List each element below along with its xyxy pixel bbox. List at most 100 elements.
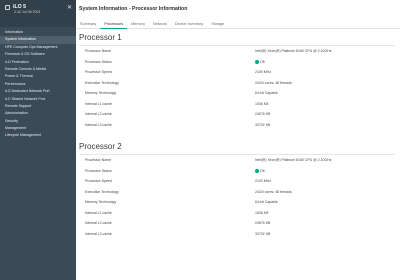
detail-label: Processor Name (85, 158, 112, 162)
tab-processors[interactable]: Processors (100, 20, 128, 29)
status-ok-icon (255, 59, 259, 64)
tab-summary[interactable]: Summary (76, 20, 100, 29)
detail-value-cell: Intel(R) Xeon(R) Platinum 8160 CPU @ 2.1… (255, 155, 332, 166)
detail-value-cell: OK (255, 166, 265, 177)
detail-value-cell: 1536 KB (255, 208, 268, 219)
detail-value: 33792 KB (255, 122, 271, 127)
sidebar-item-ilo-shared-network-port[interactable]: iLO Shared Network Port (0, 96, 76, 103)
detail-value: 2100 MHz (255, 70, 271, 74)
detail-row: Processor Speed 2100 MHz (79, 67, 395, 78)
sidebar-item-performance[interactable]: Performance (0, 81, 76, 88)
detail-label: Internal L1 cache (85, 101, 112, 106)
detail-value-cell: OK (255, 57, 265, 68)
detail-row: Execution Technology 24/24 cores; 48 thre… (79, 187, 395, 198)
detail-row: Memory Technology 64-bit Capable (79, 88, 395, 99)
detail-label: Internal L3 cache (85, 231, 112, 236)
tab-device-inventory[interactable]: Device Inventory (171, 20, 207, 29)
detail-value: 64-bit Capable (255, 91, 278, 95)
detail-value: OK (260, 59, 266, 64)
sidebar-item-ilo-dedicated-network-port[interactable]: iLO Dedicated Network Port (0, 88, 76, 95)
ilo-logo-icon (5, 4, 10, 10)
detail-label: Execution Technology (85, 189, 119, 194)
detail-label: Memory Technology (85, 200, 117, 204)
sidebar-item-security[interactable]: Security (0, 118, 76, 125)
detail-row: Processor Speed 2100 MHz (79, 176, 395, 187)
detail-value-cell: 24/24 cores; 48 threads (255, 78, 292, 89)
sidebar-item-system-information[interactable]: System Information (0, 36, 76, 44)
brand-header: iLO 5 2.42 Jul 06 2021 ✕ (0, 0, 76, 27)
detail-label: Processor Speed (85, 70, 112, 74)
main-content: System Information - Processor Informati… (76, 0, 400, 280)
detail-row: Processor Status OK (79, 166, 395, 177)
detail-value: 24/24 cores; 48 threads (255, 80, 292, 85)
detail-row: Processor Name Intel(R) Xeon(R) Platinum … (79, 46, 395, 57)
sidebar-item-management[interactable]: Management (0, 125, 76, 132)
sidebar-item-power-thermal[interactable]: Power & Thermal (0, 73, 76, 80)
tab-memory[interactable]: Memory (127, 20, 149, 29)
detail-value: 2100 MHz (255, 179, 271, 183)
detail-row: Internal L3 cache 33792 KB (79, 120, 395, 131)
page-title: System Information - Processor Informati… (79, 6, 188, 12)
detail-value-cell: 2100 MHz (255, 67, 271, 78)
detail-value-cell: 64-bit Capable (255, 197, 278, 208)
detail-row: Internal L2 cache 24576 KB (79, 109, 395, 120)
detail-row: Processor Status OK (79, 57, 395, 68)
sidebar-item-remote-console-media[interactable]: Remote Console & Media (0, 66, 76, 73)
detail-value: 24576 KB (255, 112, 271, 116)
sidebar-item-remote-support[interactable]: Remote Support (0, 103, 76, 110)
section-title: Processor 2 (79, 142, 122, 151)
detail-value: 24/24 cores; 48 threads (255, 189, 292, 194)
processor-details: Processor Name Intel(R) Xeon(R) Platinum … (79, 155, 395, 239)
detail-value-cell: 2100 MHz (255, 176, 271, 187)
detail-value: 64-bit Capable (255, 200, 278, 204)
detail-value: Intel(R) Xeon(R) Platinum 8160 CPU @ 2.1… (255, 158, 332, 162)
detail-label: Execution Technology (85, 80, 119, 85)
processor-details: Processor Name Intel(R) Xeon(R) Platinum … (79, 46, 395, 130)
detail-row: Internal L1 cache 1536 KB (79, 208, 395, 219)
detail-label: Memory Technology (85, 91, 117, 95)
detail-value: 24576 KB (255, 221, 271, 225)
detail-row: Internal L2 cache 24576 KB (79, 218, 395, 229)
detail-row: Internal L1 cache 1536 KB (79, 99, 395, 110)
detail-row: Processor Name Intel(R) Xeon(R) Platinum … (79, 155, 395, 166)
detail-row: Internal L3 cache 33792 KB (79, 229, 395, 240)
detail-value-cell: 24/24 cores; 48 threads (255, 187, 292, 198)
sidebar-item-firmware-os-software[interactable]: Firmware & OS Software (0, 51, 76, 58)
detail-label: Internal L2 cache (85, 112, 112, 116)
detail-label: Processor Status (85, 59, 112, 64)
detail-value-cell: 1536 KB (255, 99, 268, 110)
detail-label: Processor Name (85, 49, 112, 53)
section-title: Processor 1 (79, 33, 122, 42)
detail-value: OK (260, 168, 266, 173)
detail-value-cell: 33792 KB (255, 229, 270, 240)
detail-label: Internal L3 cache (85, 122, 112, 127)
tab-storage[interactable]: Storage (207, 20, 228, 29)
sidebar-item-information[interactable]: Information (0, 29, 76, 36)
detail-value-cell: Intel(R) Xeon(R) Platinum 8160 CPU @ 2.1… (255, 46, 332, 57)
sidebar: iLO 5 2.42 Jul 06 2021 ✕ Information Syst… (0, 0, 76, 280)
close-icon[interactable]: ✕ (67, 5, 72, 11)
sidebar-item-lifecycle-management[interactable]: Lifecycle Management (0, 132, 76, 139)
processor-section: Processor 1 Processor Name Intel(R) Xeon(… (79, 33, 395, 130)
detail-value-cell: 33792 KB (255, 120, 270, 131)
status-ok-icon (255, 168, 259, 173)
tab-network[interactable]: Network (149, 20, 171, 29)
sidebar-item-hpe-compute-ops-management[interactable]: HPE Compute Ops Management (0, 44, 76, 51)
detail-value: 1536 KB (255, 210, 269, 215)
detail-value-cell: 24576 KB (255, 109, 270, 120)
detail-label: Internal L2 cache (85, 221, 112, 225)
sidebar-item-administration[interactable]: Administration (0, 110, 76, 117)
detail-label: Processor Speed (85, 179, 112, 183)
sidebar-item-ilo-federation[interactable]: iLO Federation (0, 59, 76, 66)
tab-bar: Summary Processors Memory Network Device Inv… (76, 20, 400, 29)
detail-value: 1536 KB (255, 101, 269, 106)
processor-section: Processor 2 Processor Name Intel(R) Xeon(… (79, 142, 395, 239)
detail-value-cell: 64-bit Capable (255, 88, 278, 99)
detail-row: Memory Technology 64-bit Capable (79, 197, 395, 208)
sidebar-nav: Information System Information HPE Compute… (0, 27, 76, 140)
detail-value: 33792 KB (255, 231, 271, 236)
detail-value-cell: 24576 KB (255, 218, 270, 229)
detail-row: Execution Technology 24/24 cores; 48 thre… (79, 78, 395, 89)
detail-label: Internal L1 cache (85, 210, 112, 215)
detail-value: Intel(R) Xeon(R) Platinum 8160 CPU @ 2.1… (255, 49, 332, 53)
